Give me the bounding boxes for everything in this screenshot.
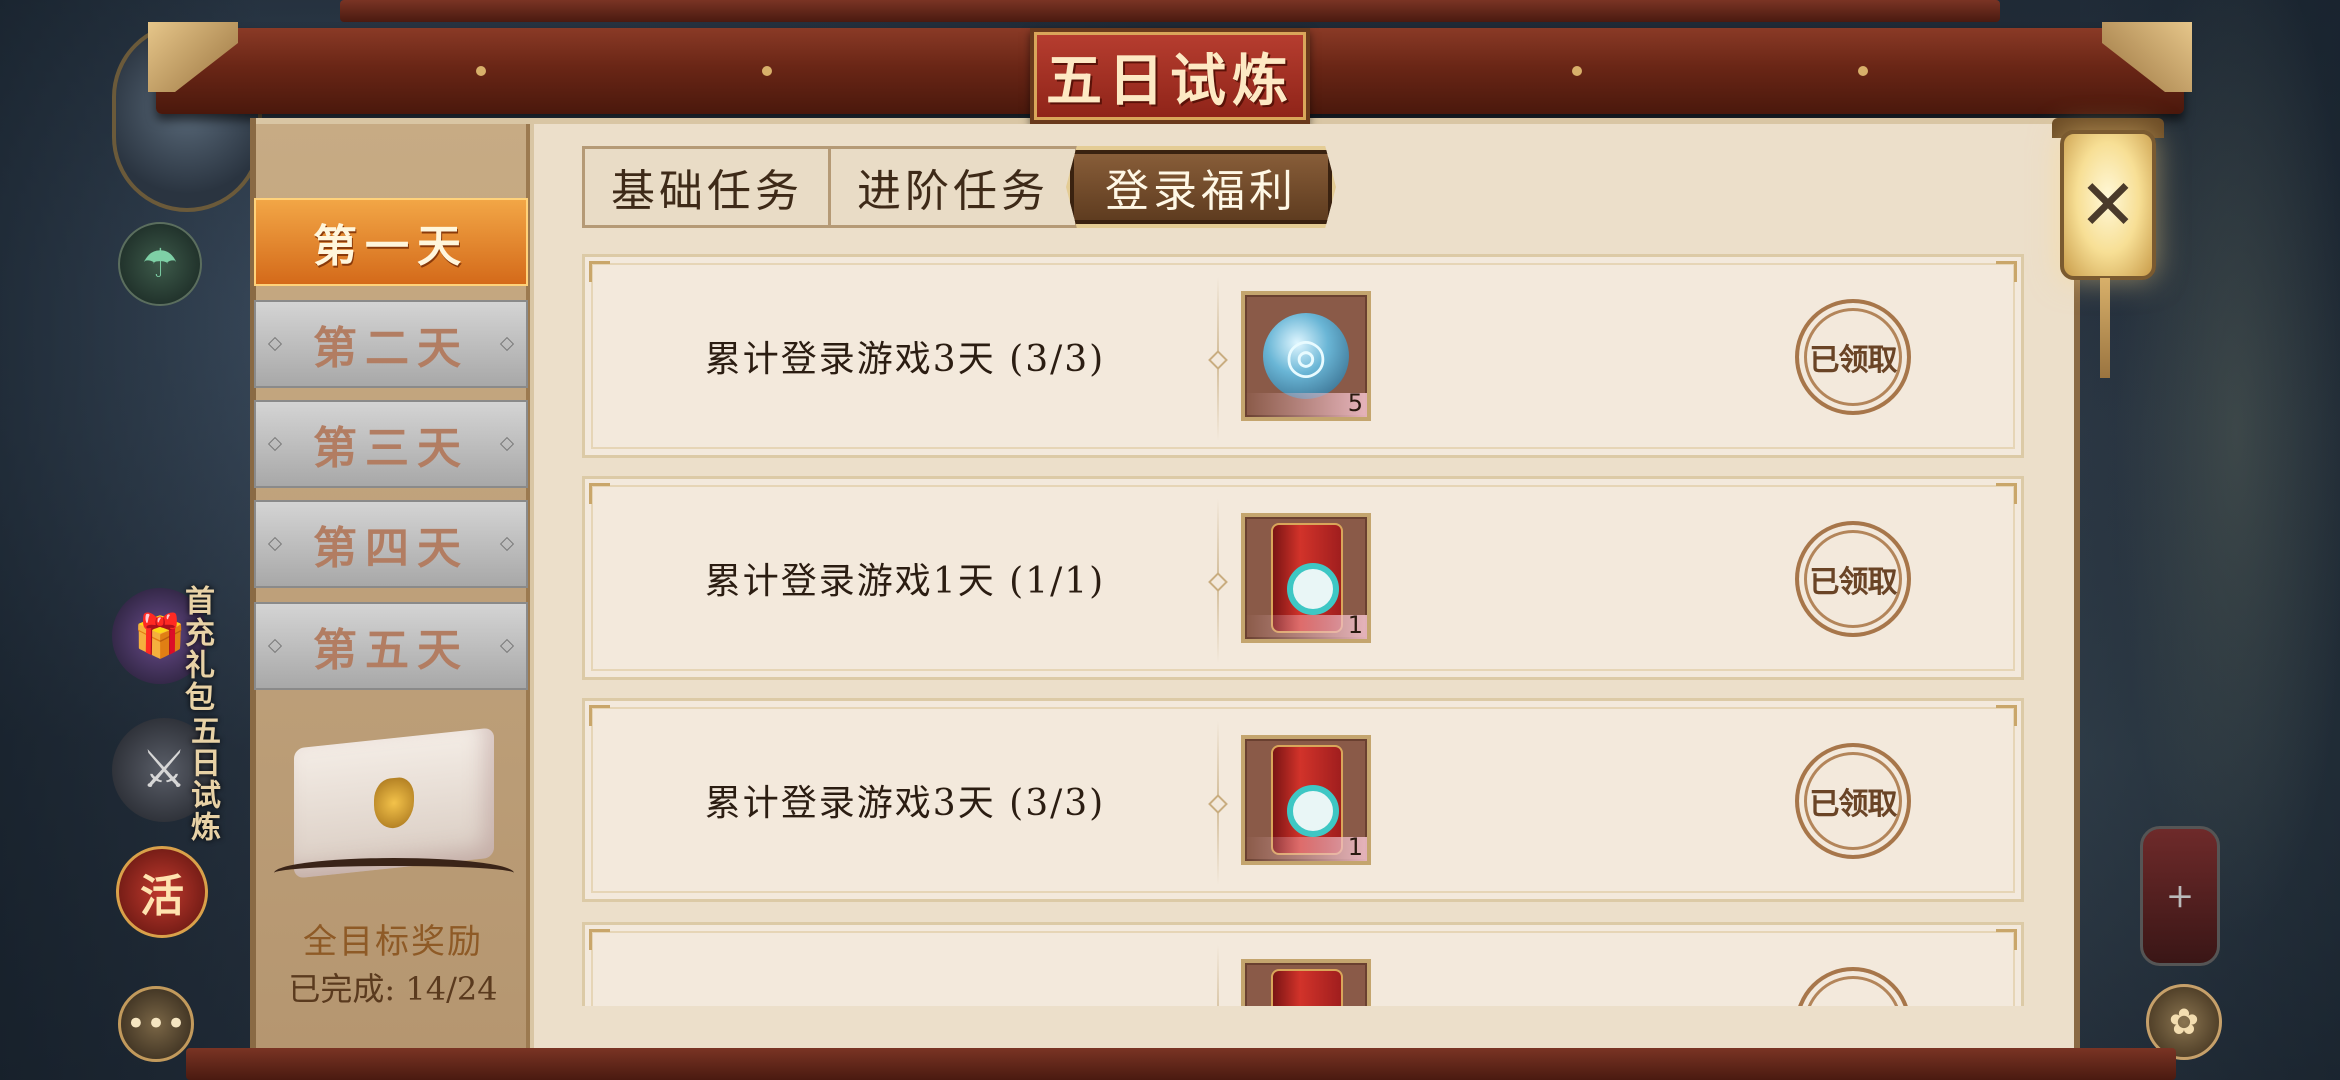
bottom-beam	[186, 1048, 2176, 1080]
reward-item-slot[interactable]: ◎ 5	[1241, 291, 1371, 421]
reward-progress-text: 已完成: 14/24	[288, 970, 498, 1008]
beam-ornament	[1572, 66, 1582, 76]
diamond-ornament-icon	[499, 536, 515, 552]
task-row	[582, 922, 2024, 1006]
chest-box	[294, 727, 494, 879]
claimed-stamp: 已领取	[1795, 743, 1911, 859]
tab-label: 进阶任务	[857, 166, 1049, 217]
diamond-ornament-icon	[499, 638, 515, 654]
day-tab-label: 第四天	[313, 523, 469, 574]
claimed-stamp: 已领取	[1795, 521, 1911, 637]
tab-label: 登录福利	[1105, 166, 1297, 217]
activity-icon[interactable]: 活	[116, 846, 208, 938]
row-divider	[1217, 945, 1219, 1006]
beam-ornament	[762, 66, 772, 76]
page-title: 五日试炼	[1046, 47, 1294, 114]
day-tab-2[interactable]: 第二天	[254, 300, 528, 388]
umbrella-icon[interactable]: ☂	[118, 222, 202, 306]
diamond-ornament-icon	[267, 536, 283, 552]
claimed-stamp: 已领取	[1795, 299, 1911, 415]
day-tab-4[interactable]: 第四天	[254, 500, 528, 588]
tab-basic-tasks[interactable]: 基础任务	[582, 146, 832, 228]
row-divider	[1217, 277, 1219, 441]
item-count: 1	[1347, 611, 1363, 639]
diamond-ornament-icon	[267, 436, 283, 452]
claimed-stamp	[1795, 967, 1911, 1006]
day-tab-label: 第五天	[313, 625, 469, 676]
red-scroll-icon	[1271, 969, 1343, 1006]
lantern-tassel	[2100, 278, 2110, 378]
task-description: 累计登录游戏1天 (1/1)	[704, 561, 1106, 602]
day-tab-label: 第二天	[313, 323, 469, 374]
diamond-ornament-icon	[499, 336, 515, 352]
item-count: 1	[1347, 833, 1363, 861]
all-goals-reward-title: 全目标奖励	[303, 922, 483, 962]
chest-stand	[274, 858, 514, 908]
potion-bottle-icon[interactable]: +	[2140, 826, 2220, 966]
reward-item-slot[interactable]: 1	[1241, 735, 1371, 865]
day-tab-1[interactable]: 第一天	[254, 198, 528, 286]
task-description: 累计登录游戏3天 (3/3)	[704, 339, 1106, 380]
reward-item-slot[interactable]	[1241, 959, 1371, 1006]
reward-item-slot[interactable]: 1	[1241, 513, 1371, 643]
row-divider	[1217, 721, 1219, 885]
chat-icon[interactable]: •••	[118, 986, 194, 1062]
five-day-trial-label: 五日试炼	[185, 715, 220, 843]
day-tab-5[interactable]: 第五天	[254, 602, 528, 690]
diamond-ornament-icon	[267, 336, 283, 352]
title-plaque: 五日试炼	[1030, 28, 1310, 124]
task-description: 累计登录游戏3天 (3/3)	[704, 783, 1106, 824]
beam-ornament	[1858, 66, 1868, 76]
task-row: 累计登录游戏3天 (3/3) ◎ 5 已领取	[582, 254, 2024, 458]
task-row-partial	[582, 922, 2024, 1006]
day-tab-label: 第一天	[313, 221, 469, 272]
row-divider	[1217, 499, 1219, 663]
gift-pack-label: 首充礼包	[179, 585, 214, 713]
tab-advanced-tasks[interactable]: 进阶任务	[828, 146, 1078, 228]
jade-orb-icon: ◎	[1263, 313, 1349, 399]
diamond-ornament-icon	[267, 638, 283, 654]
task-row: 累计登录游戏3天 (3/3) 1 已领取	[582, 698, 2024, 902]
close-icon: ✕	[2078, 164, 2138, 246]
task-row: 累计登录游戏1天 (1/1) 1 已领取	[582, 476, 2024, 680]
day-tab-3[interactable]: 第三天	[254, 400, 528, 488]
item-count: 5	[1347, 389, 1363, 417]
beam-ornament	[476, 66, 486, 76]
close-button[interactable]: ✕	[2060, 130, 2156, 280]
reward-chest-icon[interactable]	[264, 727, 528, 918]
tab-login-rewards[interactable]: 登录福利	[1066, 146, 1336, 228]
tab-label: 基础任务	[611, 166, 803, 217]
top-rail	[340, 0, 2000, 22]
diamond-ornament-icon	[499, 436, 515, 452]
day-tab-label: 第三天	[313, 423, 469, 474]
